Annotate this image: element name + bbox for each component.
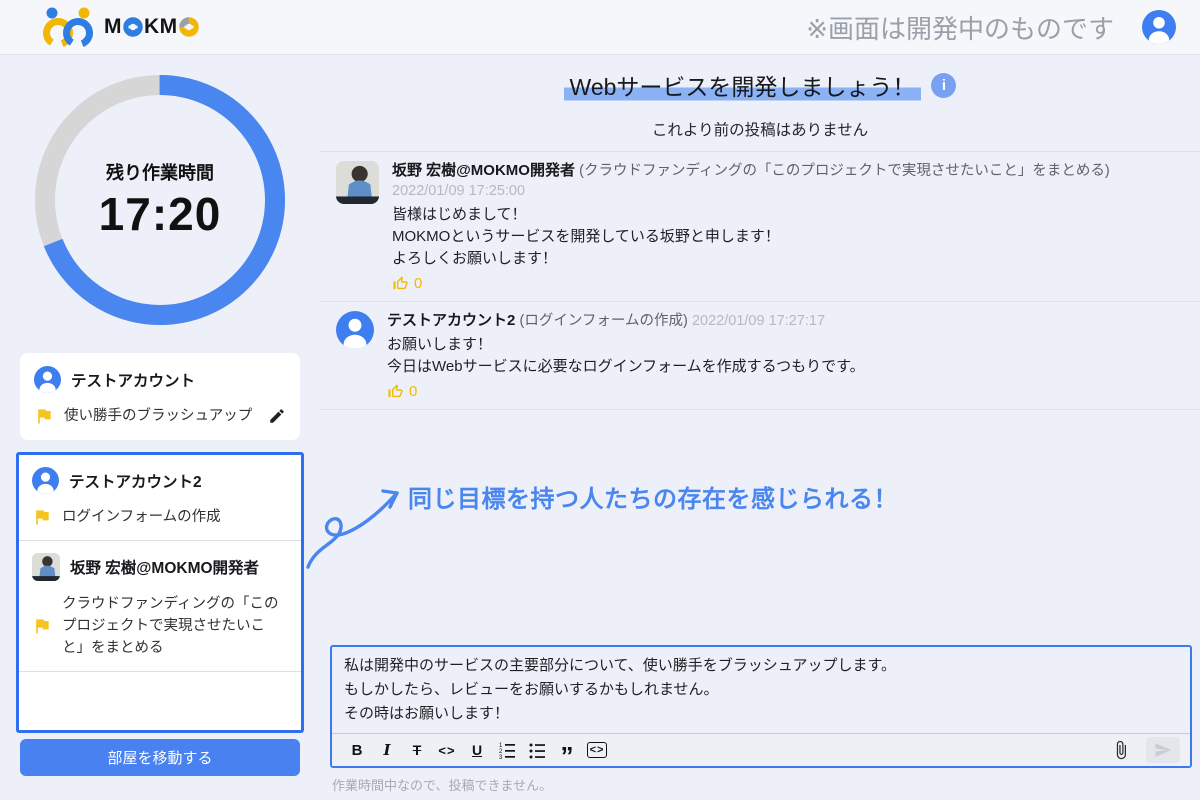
- post-body: 皆様はじめまして！ MOKMOというサービスを開発している坂野と申します！ よろ…: [392, 204, 1184, 270]
- underline-button[interactable]: U: [462, 737, 492, 763]
- logo-o-timer-blue-icon: [123, 17, 143, 37]
- member-name: 坂野 宏樹@MOKMO開発者: [70, 556, 259, 578]
- other-members-panel: テストアカウント2 ログインフォームの作成: [16, 452, 304, 733]
- send-button[interactable]: [1146, 737, 1180, 763]
- like-count: 0: [414, 275, 422, 292]
- post-timestamp: 2022/01/09 17:27:17: [692, 313, 825, 329]
- mokmo-logo: M K M: [36, 5, 200, 49]
- empty-member-slot: [19, 672, 301, 730]
- composer: 私は開発中のサービスの主要部分について、使い勝手をブラッシュアップします。 もし…: [330, 645, 1192, 794]
- inline-code-icon: <>: [438, 743, 455, 758]
- flag-icon: [32, 616, 52, 636]
- post-feed[interactable]: 坂野 宏樹@MOKMO開発者 (クラウドファンディングの「このプロジェクトで実現…: [320, 151, 1200, 410]
- post-row: 坂野 宏樹@MOKMO開発者 (クラウドファンディングの「このプロジェクトで実現…: [320, 151, 1200, 301]
- photo-avatar: [336, 161, 379, 204]
- member-goal: クラウドファンディングの「このプロジェクトで実現させたいこと」をまとめる: [62, 593, 280, 659]
- post-row: テストアカウント2 (ログインフォームの作成) 2022/01/09 17:27…: [320, 301, 1200, 410]
- logo-letter: M: [104, 15, 122, 39]
- logo-o-timer-yellow-icon: [179, 17, 199, 37]
- no-earlier-posts-text: これより前の投稿はありません: [320, 118, 1200, 140]
- ordered-list-button[interactable]: 1 2 3: [492, 737, 522, 763]
- user-avatar-icon: [336, 311, 374, 349]
- bullet-list-button[interactable]: [522, 737, 552, 763]
- self-member-card: テストアカウント 使い勝手のブラッシュアップ: [20, 353, 300, 440]
- paperclip-icon: [1111, 740, 1131, 760]
- thumbs-up-icon: [392, 275, 409, 292]
- blockquote-icon: ”: [561, 752, 574, 760]
- room-main: Webサービスを開発しましょう！ i これより前の投稿はありません 坂野 宏樹@…: [320, 55, 1200, 800]
- app-header: M K M ※画面は開発中のものです: [0, 0, 1200, 55]
- flag-icon: [34, 406, 54, 426]
- edit-goal-button[interactable]: [268, 407, 286, 425]
- underline-icon: U: [472, 742, 482, 758]
- blockquote-button[interactable]: ”: [552, 737, 582, 763]
- logo-letter: M: [160, 15, 178, 39]
- posting-disabled-note: 作業時間中なので、投稿できません。: [330, 775, 1192, 794]
- bold-icon: B: [352, 742, 363, 759]
- code-block-icon: <>: [587, 742, 608, 758]
- bold-button[interactable]: B: [342, 737, 372, 763]
- send-icon: [1154, 741, 1172, 759]
- post-body: お願いします！ 今日はWebサービスに必要なログインフォームを作成するつもりです…: [387, 334, 1184, 378]
- flag-icon: [32, 507, 52, 527]
- move-room-button[interactable]: 部屋を移動する: [20, 739, 300, 776]
- like-count: 0: [409, 383, 417, 400]
- post-author-goal: (クラウドファンディングの「このプロジェクトで実現させたいこと」をまとめる): [579, 163, 1110, 179]
- photo-avatar: [32, 553, 60, 581]
- ordered-list-icon: 1 2 3: [498, 741, 516, 759]
- timer-remaining: 17:20: [99, 187, 222, 241]
- member-goal: 使い勝手のブラッシュアップ: [64, 405, 252, 427]
- message-input[interactable]: 私は開発中のサービスの主要部分について、使い勝手をブラッシュアップします。 もし…: [332, 647, 1190, 733]
- info-icon[interactable]: i: [931, 73, 956, 98]
- attach-file-button[interactable]: [1106, 737, 1136, 763]
- thumbs-up-icon: [387, 383, 404, 400]
- bullet-list-icon: [528, 741, 546, 759]
- logo-letter: K: [144, 15, 160, 39]
- dev-notice-text: ※画面は開発中のものです: [806, 9, 1114, 46]
- svg-text:3: 3: [499, 755, 503, 759]
- user-avatar-icon: [34, 366, 61, 393]
- strikethrough-button[interactable]: T: [402, 737, 432, 763]
- annotation-text: 同じ目標を持つ人たちの存在を感じられる！: [408, 479, 898, 514]
- inline-code-button[interactable]: <>: [432, 737, 462, 763]
- code-block-button[interactable]: <>: [582, 737, 612, 763]
- account-avatar-icon[interactable]: [1142, 10, 1176, 44]
- post-timestamp: 2022/01/09 17:25:00: [392, 183, 525, 199]
- strikethrough-icon: T: [413, 742, 422, 758]
- user-avatar-icon: [32, 467, 59, 494]
- member-card[interactable]: テストアカウント2 ログインフォームの作成: [19, 455, 301, 540]
- timer-label: 残り作業時間: [106, 159, 214, 185]
- member-card[interactable]: 坂野 宏樹@MOKMO開発者 クラウドファンディングの「このプロジェクトで実現さ…: [19, 541, 301, 671]
- italic-button[interactable]: I: [372, 737, 402, 763]
- edit-pencil-icon: [268, 407, 286, 425]
- mokmo-wordmark: M K M: [104, 15, 200, 39]
- member-name: テストアカウント: [71, 369, 195, 391]
- post-author-goal: (ログインフォームの作成): [520, 313, 688, 329]
- like-button[interactable]: 0: [387, 383, 417, 400]
- member-goal: ログインフォームの作成: [62, 506, 221, 528]
- sidebar: 残り作業時間 17:20 テストアカウント 使い勝手のブラッシュアップ: [0, 55, 320, 800]
- member-name: テストアカウント2: [69, 470, 202, 492]
- italic-icon: I: [383, 741, 390, 759]
- work-timer: 残り作業時間 17:20: [35, 75, 285, 325]
- post-author: テストアカウント2: [387, 312, 515, 329]
- format-toolbar: B I T <> U 1 2 3: [332, 733, 1190, 766]
- mokmo-logo-mark: [36, 5, 100, 49]
- like-button[interactable]: 0: [392, 275, 422, 292]
- room-title: Webサービスを開発しましょう！: [564, 68, 922, 102]
- post-author: 坂野 宏樹@MOKMO開発者: [392, 162, 575, 179]
